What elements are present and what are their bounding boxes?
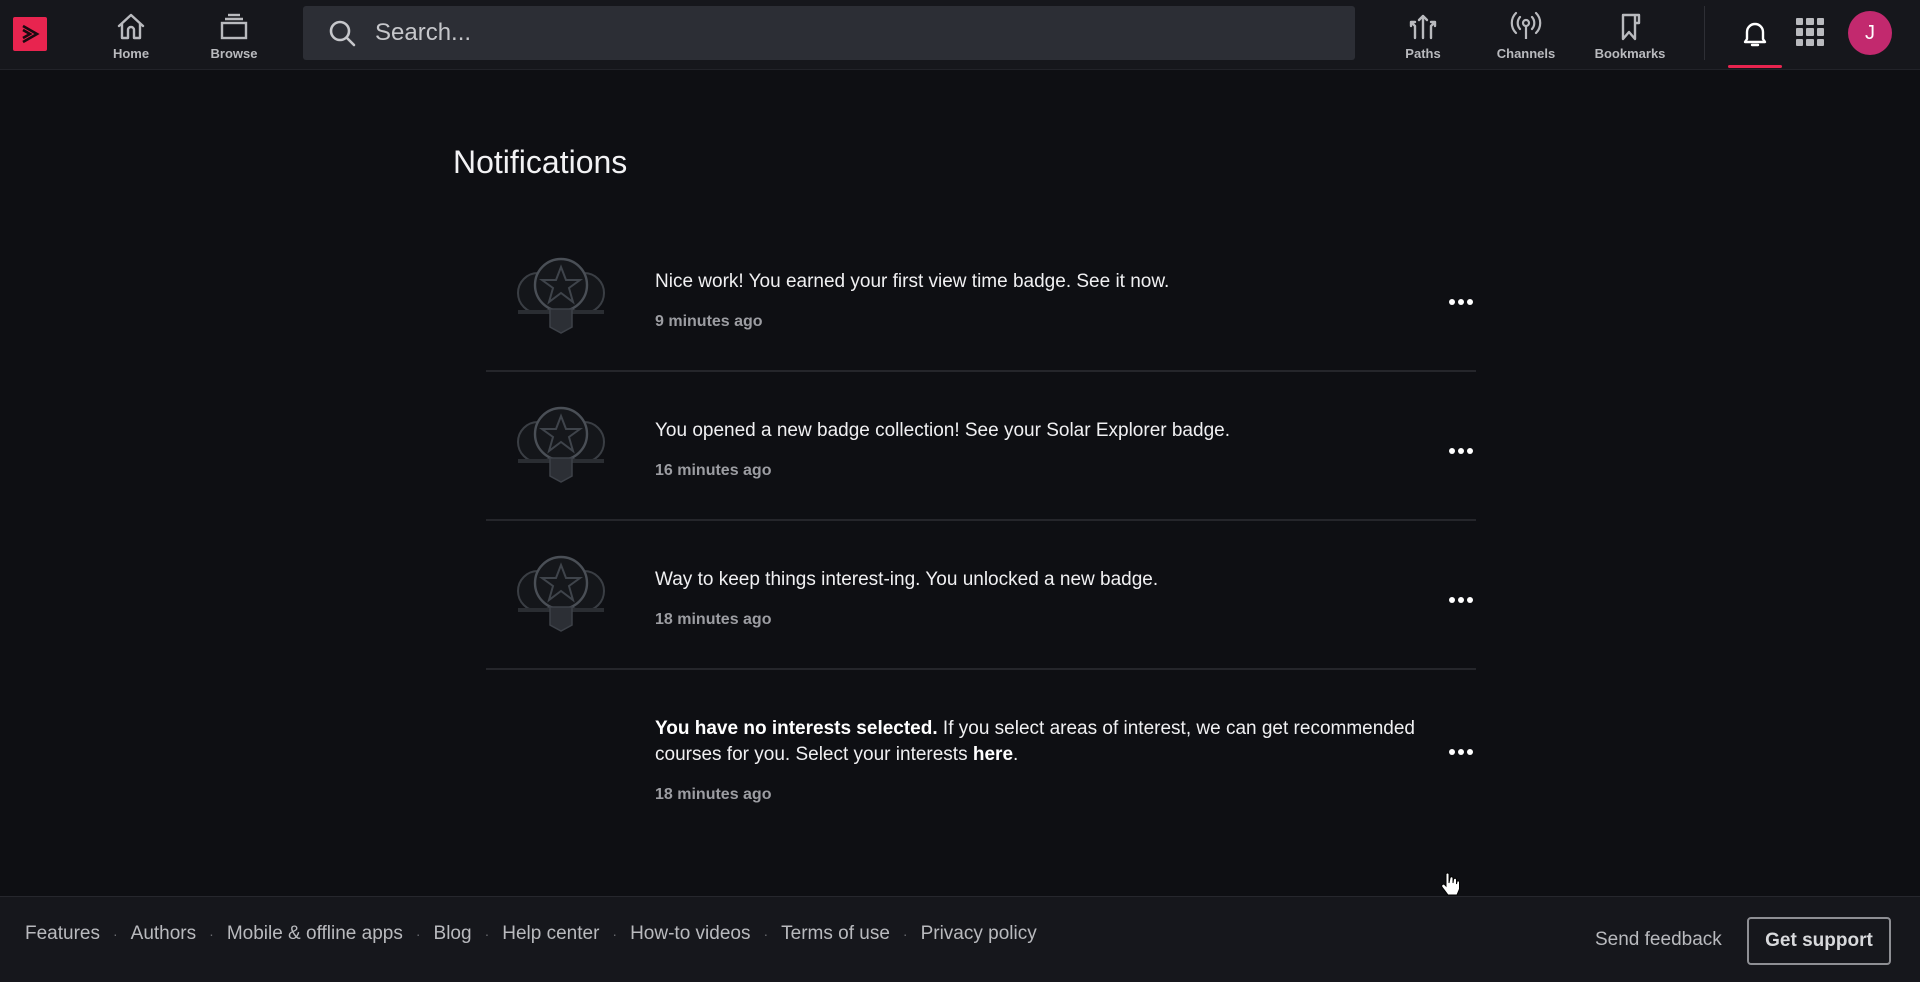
nav-home[interactable]: Home <box>105 6 157 64</box>
footer-link-blog[interactable]: Blog <box>434 923 472 945</box>
avatar[interactable]: J <box>1848 11 1892 55</box>
separator: · <box>112 926 118 942</box>
more-options-button[interactable] <box>1441 436 1481 466</box>
notification-text: Nice work! You earned your first view ti… <box>655 271 1170 292</box>
footer-links: Features · Authors · Mobile & offline ap… <box>25 923 1037 945</box>
nav-browse[interactable]: Browse <box>205 6 263 64</box>
footer-link-terms-of-use[interactable]: Terms of use <box>781 923 890 945</box>
search-icon <box>329 20 356 47</box>
nav-paths[interactable]: Paths <box>1402 6 1444 64</box>
nav-bookmarks[interactable]: Bookmarks <box>1593 6 1667 64</box>
page-title: Notifications <box>453 144 628 180</box>
nav-paths-label: Paths <box>1405 45 1441 61</box>
notification-text: You opened a new badge collection! See y… <box>655 420 1230 441</box>
notification-time: 18 minutes ago <box>655 786 772 803</box>
notification-item[interactable]: Nice work! You earned your first view ti… <box>486 223 1476 372</box>
logo[interactable] <box>13 17 47 51</box>
nav-bookmarks-label: Bookmarks <box>1594 45 1666 61</box>
apps-menu-button[interactable] <box>1796 18 1824 46</box>
broadcast-icon <box>1510 11 1542 39</box>
select-interests-link[interactable]: here <box>973 744 1013 765</box>
notification-time: 16 minutes ago <box>655 462 772 479</box>
bell-icon <box>1743 22 1767 47</box>
footer-link-features[interactable]: Features <box>25 923 100 945</box>
notification-list: Nice work! You earned your first view ti… <box>486 223 1476 850</box>
more-horizontal-icon <box>1449 448 1455 454</box>
notification-text-end: . <box>1013 744 1019 765</box>
footer-link-help-center[interactable]: Help center <box>502 923 599 945</box>
nav-home-label: Home <box>112 45 150 61</box>
notification-item[interactable]: You opened a new badge collection! See y… <box>486 372 1476 521</box>
separator: · <box>484 926 490 942</box>
more-options-button[interactable] <box>1441 737 1481 767</box>
notification-text: You have no interests selected. If you s… <box>655 716 1435 768</box>
search-bar[interactable] <box>303 6 1355 60</box>
footer-link-authors[interactable]: Authors <box>131 923 196 945</box>
badge-icon <box>517 257 605 334</box>
notification-text-bold: You have no interests selected. <box>655 718 938 739</box>
get-support-button[interactable]: Get support <box>1747 917 1891 965</box>
nav-divider <box>1704 6 1705 60</box>
notification-text: Way to keep things interest-ing. You unl… <box>655 569 1159 590</box>
footer-link-privacy-policy[interactable]: Privacy policy <box>921 923 1037 945</box>
badge-icon <box>517 406 605 483</box>
separator: · <box>415 926 421 942</box>
hand-cursor-icon <box>1441 872 1460 896</box>
footer-link-mobile-offline-apps[interactable]: Mobile & offline apps <box>227 923 403 945</box>
separator: · <box>612 926 618 942</box>
grid-apps-icon <box>1796 18 1804 26</box>
footer: Features · Authors · Mobile & offline ap… <box>0 896 1920 982</box>
more-options-button[interactable] <box>1441 585 1481 615</box>
nav-channels-label: Channels <box>1496 45 1556 61</box>
nav-channels[interactable]: Channels <box>1492 6 1560 64</box>
nav-browse-label: Browse <box>210 45 258 61</box>
paths-arrows-icon <box>1409 14 1437 39</box>
search-input[interactable] <box>375 19 1275 47</box>
footer-link-how-to-videos[interactable]: How-to videos <box>630 923 750 945</box>
bookmark-icon <box>1621 13 1641 40</box>
separator: · <box>209 926 214 942</box>
browse-stack-icon <box>220 13 248 39</box>
send-feedback-link[interactable]: Send feedback <box>1595 929 1722 951</box>
play-logo-icon <box>22 24 40 44</box>
active-tab-indicator <box>1728 65 1782 68</box>
notification-item[interactable]: Way to keep things interest-ing. You unl… <box>486 521 1476 670</box>
notification-time: 18 minutes ago <box>655 611 772 628</box>
more-horizontal-icon <box>1449 749 1455 755</box>
more-horizontal-icon <box>1449 597 1455 603</box>
top-navigation-bar: Home Browse Paths Channels <box>0 0 1920 70</box>
notification-item[interactable]: You have no interests selected. If you s… <box>486 670 1476 850</box>
badge-icon <box>517 555 605 632</box>
separator: · <box>902 926 908 942</box>
more-options-button[interactable] <box>1441 287 1481 317</box>
notification-time: 9 minutes ago <box>655 313 763 330</box>
notifications-button[interactable] <box>1728 0 1782 70</box>
separator: · <box>763 926 769 942</box>
more-horizontal-icon <box>1449 299 1455 305</box>
home-icon <box>117 13 145 39</box>
